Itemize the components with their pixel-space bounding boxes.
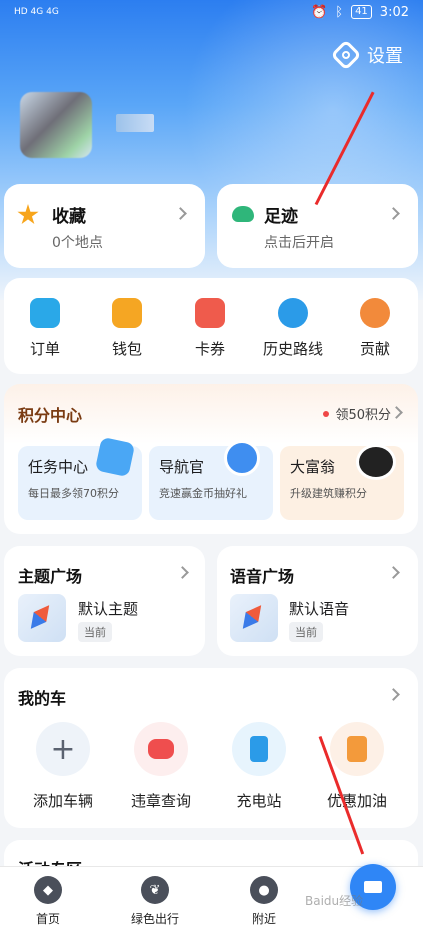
wallet-icon bbox=[112, 298, 142, 328]
quick-item-route-history[interactable]: 历史路线 bbox=[258, 298, 328, 359]
my-car-title: 我的车 bbox=[18, 689, 67, 708]
mail-icon bbox=[364, 881, 382, 893]
car-item-violation-query[interactable]: 违章查询 bbox=[116, 722, 206, 811]
turtle-icon bbox=[232, 206, 254, 222]
theme-square-title: 主题广场 bbox=[18, 567, 83, 586]
username-blurred[interactable] bbox=[116, 114, 154, 132]
claim-points-link[interactable]: 领50积分 bbox=[323, 404, 391, 423]
settings-label: 设置 bbox=[367, 46, 403, 67]
quick-item-coupon[interactable]: 卡券 bbox=[175, 298, 245, 359]
contribute-icon bbox=[360, 298, 390, 328]
red-dot-icon bbox=[323, 410, 330, 417]
clock: 3:02 bbox=[379, 4, 409, 20]
favorites-subtitle: 0个地点 bbox=[52, 235, 103, 251]
quick-item-contribute[interactable]: 贡献 bbox=[340, 298, 410, 359]
status-bar: HD 4G 4G ⏰ ᛒ 41 3:02 bbox=[0, 0, 423, 24]
penguin-icon bbox=[356, 444, 396, 480]
signal-indicators: HD 4G 4G bbox=[14, 7, 59, 17]
coupon-icon bbox=[195, 298, 225, 328]
voice-square-title: 语音广场 bbox=[230, 567, 295, 586]
route-icon bbox=[278, 298, 308, 328]
charging-icon bbox=[232, 722, 286, 776]
current-tag: 当前 bbox=[289, 622, 323, 642]
favorites-card[interactable] bbox=[4, 184, 205, 268]
order-icon bbox=[30, 298, 60, 328]
alarm-icon: ⏰ bbox=[311, 4, 328, 20]
nav-home[interactable]: ◆ 首页 bbox=[13, 876, 83, 927]
footprint-subtitle: 点击后开启 bbox=[264, 235, 334, 251]
car-item-charging-station[interactable]: 充电站 bbox=[214, 722, 304, 811]
battery-icon: 41 bbox=[351, 5, 372, 19]
leaf-icon: ❦ bbox=[141, 876, 169, 904]
checkmark-icon bbox=[94, 436, 136, 478]
settings-button[interactable]: 设置 bbox=[330, 39, 403, 71]
default-voice-label: 默认语音 bbox=[289, 600, 350, 618]
footprint-title: 足迹 bbox=[264, 207, 298, 227]
default-theme-label: 默认主题 bbox=[78, 600, 139, 618]
bluetooth-icon: ᛒ bbox=[335, 4, 344, 20]
fuel-icon bbox=[330, 722, 384, 776]
voice-compass-icon bbox=[230, 594, 278, 642]
home-compass-icon: ◆ bbox=[34, 876, 62, 904]
nav-nearby[interactable]: ● 附近 bbox=[229, 876, 299, 927]
violation-icon bbox=[134, 722, 188, 776]
compass-icon bbox=[224, 440, 260, 476]
favorites-title: 收藏 bbox=[52, 207, 86, 227]
plus-icon: + bbox=[36, 722, 90, 776]
theme-compass-icon bbox=[18, 594, 66, 642]
gear-icon bbox=[330, 39, 362, 71]
current-tag: 当前 bbox=[78, 622, 112, 642]
watermark: Baidu经验 bbox=[305, 894, 364, 908]
avatar[interactable] bbox=[20, 92, 92, 158]
car-item-fuel-discount[interactable]: 优惠加油 bbox=[312, 722, 402, 811]
quick-item-wallet[interactable]: 钱包 bbox=[92, 298, 162, 359]
nav-green-travel[interactable]: ❦ 绿色出行 bbox=[120, 876, 190, 927]
quick-item-order[interactable]: 订单 bbox=[10, 298, 80, 359]
points-center-title: 积分中心 bbox=[18, 406, 83, 425]
car-item-add-vehicle[interactable]: + 添加车辆 bbox=[18, 722, 108, 811]
location-icon: ● bbox=[250, 876, 278, 904]
